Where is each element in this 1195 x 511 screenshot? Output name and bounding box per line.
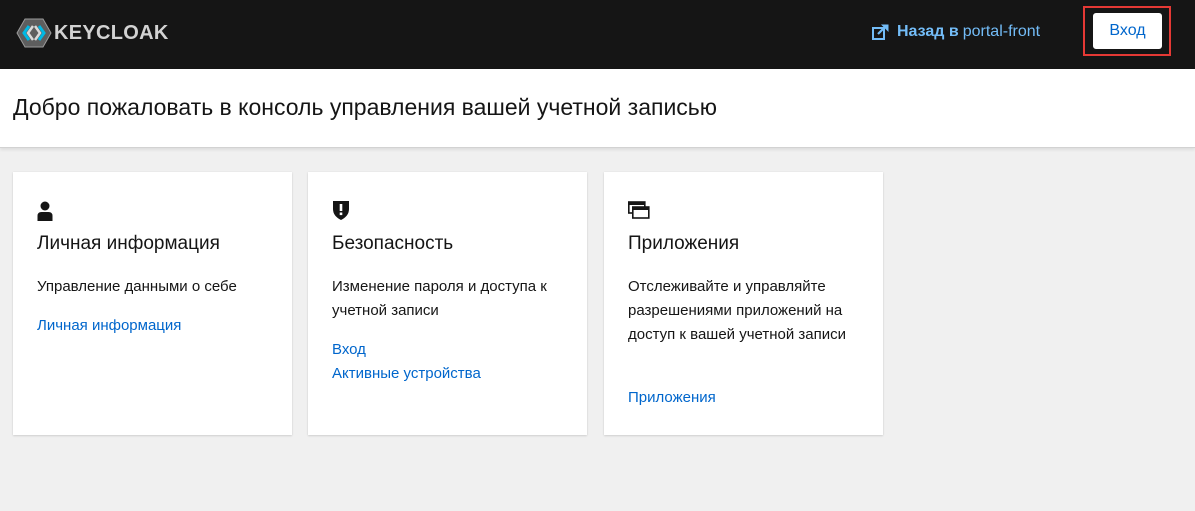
personal-info-link[interactable]: Личная информация [37, 314, 181, 338]
back-to-app-link[interactable]: Назад в portal-front [872, 22, 1040, 42]
card-description: Изменение пароля и доступа к учетной зап… [332, 278, 547, 319]
page-title: Добро пожаловать в консоль управления ва… [13, 94, 718, 120]
card-description: Отслеживайте и управляйте разрешениями п… [628, 278, 847, 343]
applications-link[interactable]: Приложения [628, 386, 716, 410]
external-link-icon [872, 24, 889, 40]
user-icon [37, 200, 59, 222]
signin-link[interactable]: Вход [332, 338, 481, 362]
applications-icon [628, 200, 650, 222]
shield-icon [332, 200, 354, 222]
card-personal-info: Личная информация Управление данными о с… [13, 172, 292, 435]
card-title: Безопасность [332, 233, 454, 254]
keycloak-logo[interactable]: KEYCLOAK [16, 18, 169, 48]
card-title: Личная информация [37, 233, 220, 254]
card-links: Личная информация [37, 314, 181, 338]
card-description: Управление данными о себе [37, 278, 237, 295]
page-header: Добро пожаловать в консоль управления ва… [0, 69, 1195, 148]
card-applications: Приложения Отслеживайте и управляйте раз… [604, 172, 883, 435]
active-devices-link[interactable]: Активные устройства [332, 362, 481, 386]
back-link-label: Назад в [897, 23, 959, 40]
back-link-target: portal-front [962, 23, 1041, 40]
card-links: Вход Активные устройства [332, 338, 481, 386]
card-security: Безопасность Изменение пароля и доступа … [308, 172, 587, 435]
login-button[interactable]: Вход [1093, 13, 1162, 49]
keycloak-logo-icon [16, 18, 52, 48]
card-links: Приложения [628, 386, 716, 410]
top-navigation-bar: KEYCLOAK Назад в portal-front Вход [0, 0, 1195, 69]
logo-text: KEYCLOAK [54, 21, 169, 44]
card-title: Приложения [628, 233, 740, 254]
